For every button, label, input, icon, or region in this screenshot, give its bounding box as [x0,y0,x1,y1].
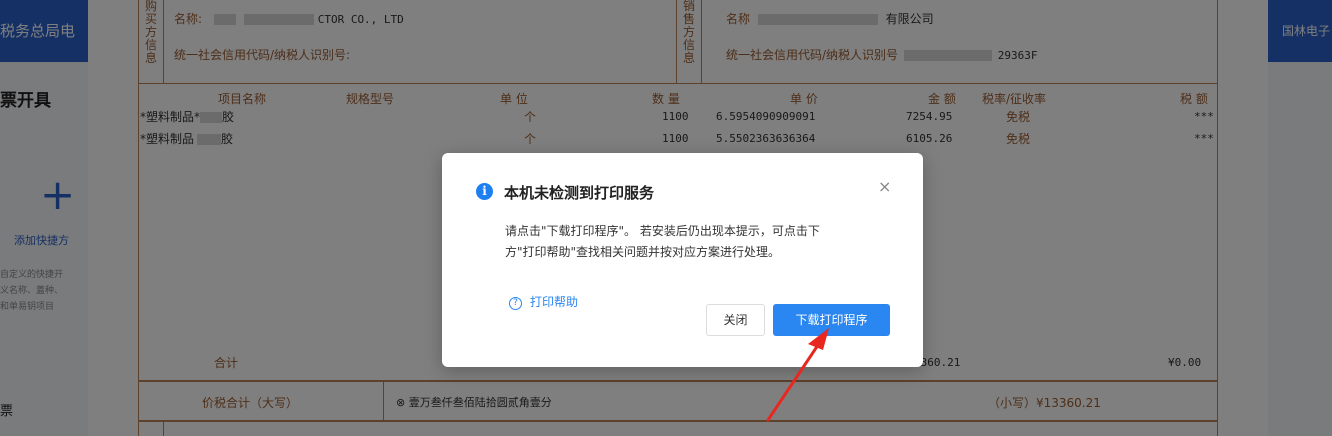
dialog-title: 本机未检测到打印服务 [504,184,655,202]
dialog-message-line: 请点击"下载打印程序"。 若安装后仍出现本提示，可点击下 [505,224,820,238]
dialog-message: 请点击"下载打印程序"。 若安装后仍出现本提示，可点击下 方"打印帮助"查找相关… [505,221,890,263]
print-help-link[interactable]: ? 打印帮助 [509,293,578,310]
question-circle-icon: ? [509,297,522,310]
dialog-message-line: 方"打印帮助"查找相关问题并按对应方案进行处理。 [505,245,781,259]
download-print-program-button[interactable]: 下载打印程序 [773,304,890,336]
close-icon[interactable]: × [878,177,891,196]
print-service-dialog: i 本机未检测到打印服务 × 请点击"下载打印程序"。 若安装后仍出现本提示，可… [442,153,923,367]
info-icon: i [476,183,493,200]
close-button[interactable]: 关闭 [706,304,765,336]
print-help-label: 打印帮助 [530,295,579,309]
screen: 税务总局电 国林电子 票开具 + 添加快捷方 自定义的快捷开 义名称、蓋种、 和… [0,0,1332,436]
